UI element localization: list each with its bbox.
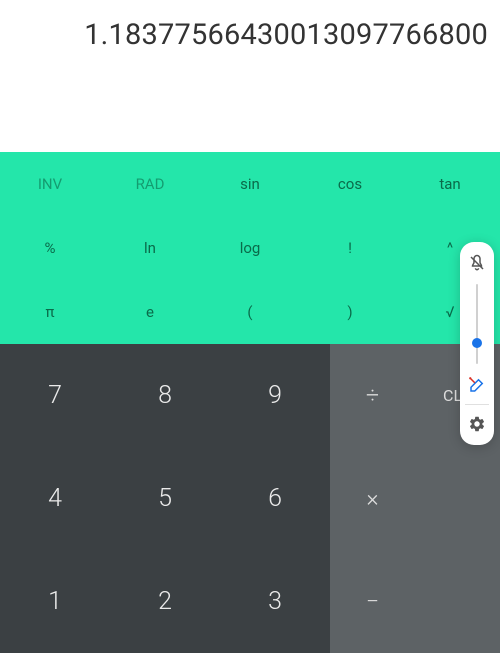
cos-button[interactable]: cos [338, 175, 362, 193]
power-button[interactable]: ^ [447, 239, 453, 257]
minus-button[interactable]: − [366, 588, 379, 615]
sci-row-1: INV RAD sin cos tan [0, 152, 500, 216]
sqrt-button[interactable]: √ [446, 303, 455, 321]
digit-4-button[interactable]: 4 [48, 484, 62, 513]
mute-icon[interactable] [466, 252, 488, 274]
percent-button[interactable]: % [45, 239, 56, 257]
main-panel: 7 8 9 4 5 6 1 2 3 ÷ CLR × − [0, 344, 500, 653]
multiply-button[interactable]: × [366, 485, 378, 512]
digit-5-button[interactable]: 5 [158, 484, 172, 513]
pi-button[interactable]: π [46, 303, 55, 321]
digit-8-button[interactable]: 8 [158, 381, 172, 410]
close-paren-button[interactable]: ) [347, 303, 352, 321]
digit-1-button[interactable]: 1 [48, 587, 62, 616]
side-divider [465, 404, 489, 405]
slider-thumb[interactable] [472, 338, 482, 348]
inv-button[interactable]: INV [38, 175, 62, 193]
sci-row-2: % ln log ! ^ [0, 216, 500, 280]
divide-button[interactable]: ÷ [366, 382, 379, 409]
ln-button[interactable]: ln [144, 239, 156, 257]
digit-7-button[interactable]: 7 [48, 381, 62, 410]
factorial-button[interactable]: ! [348, 239, 352, 257]
display-area: 1.18377566430013097766800 [0, 0, 500, 152]
tools-icon[interactable] [466, 374, 488, 396]
tan-button[interactable]: tan [439, 175, 460, 193]
digit-6-button[interactable]: 6 [268, 484, 282, 513]
display-value: 1.18377566430013097766800 [84, 18, 488, 52]
numpad: 7 8 9 4 5 6 1 2 3 [0, 344, 330, 653]
digit-3-button[interactable]: 3 [268, 587, 282, 616]
sin-button[interactable]: sin [240, 175, 260, 193]
side-panel [460, 242, 494, 445]
digit-2-button[interactable]: 2 [158, 587, 172, 616]
open-paren-button[interactable]: ( [247, 303, 252, 321]
log-button[interactable]: log [240, 239, 261, 257]
e-button[interactable]: e [146, 303, 154, 321]
volume-slider[interactable] [476, 284, 478, 364]
gear-icon[interactable] [466, 413, 488, 435]
sci-row-3: π e ( ) √ [0, 280, 500, 344]
scientific-panel: INV RAD sin cos tan % ln log ! ^ π e ( )… [0, 152, 500, 344]
rad-button[interactable]: RAD [136, 175, 165, 193]
digit-9-button[interactable]: 9 [268, 381, 282, 410]
